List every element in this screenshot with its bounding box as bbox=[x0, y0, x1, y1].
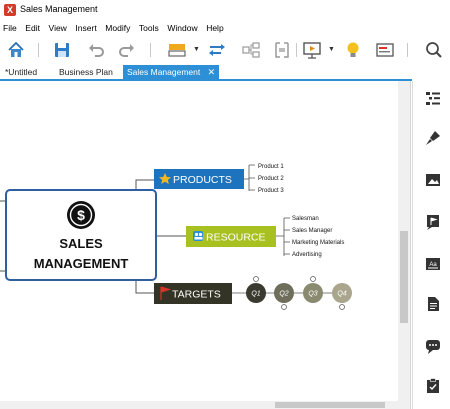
central-topic-line2: MANAGEMENT bbox=[34, 256, 129, 271]
tab-business-plan[interactable]: Business Plan bbox=[59, 65, 113, 79]
tab-untitled[interactable]: *Untitled bbox=[5, 65, 37, 79]
resource-item: Sales Manager bbox=[292, 228, 332, 234]
menu-insert[interactable]: Insert bbox=[75, 23, 96, 33]
svg-text:$: $ bbox=[77, 207, 85, 223]
slides-icon[interactable] bbox=[375, 40, 395, 60]
product-item: Product 1 bbox=[258, 164, 284, 170]
menu-help[interactable]: Help bbox=[206, 23, 223, 33]
vertical-scroll-thumb[interactable] bbox=[400, 231, 408, 323]
central-topic[interactable]: $ SALES MANAGEMENT bbox=[5, 189, 157, 281]
text-icon[interactable]: Aa bbox=[424, 255, 442, 273]
menu-window[interactable]: Window bbox=[167, 23, 197, 33]
idea-icon[interactable] bbox=[343, 40, 363, 60]
branch-products-label: PRODUCTS bbox=[173, 174, 232, 186]
format-brush-icon[interactable] bbox=[424, 129, 442, 147]
comment-icon[interactable] bbox=[424, 337, 442, 355]
resource-item: Salesman bbox=[292, 216, 319, 222]
menu-edit[interactable]: Edit bbox=[25, 23, 40, 33]
svg-text:Aa: Aa bbox=[429, 262, 437, 268]
svg-text:Q2: Q2 bbox=[279, 291, 288, 298]
task-icon[interactable] bbox=[424, 377, 442, 395]
topic-style-icon[interactable] bbox=[167, 40, 187, 60]
title-bar: X Sales Management bbox=[0, 0, 450, 20]
menu-bar: File Edit View Insert Modify Tools Windo… bbox=[0, 20, 450, 36]
save-icon[interactable] bbox=[52, 40, 72, 60]
resource-item: Advertising bbox=[292, 252, 322, 258]
undo-icon[interactable] bbox=[86, 40, 106, 60]
branch-products[interactable]: PRODUCTS bbox=[154, 169, 244, 189]
home-icon[interactable] bbox=[6, 40, 26, 60]
boundary-icon[interactable] bbox=[272, 40, 292, 60]
toolbar: ▼ ▼ bbox=[0, 36, 450, 64]
svg-text:Q4: Q4 bbox=[337, 291, 346, 298]
marker-flag-icon[interactable] bbox=[424, 213, 442, 231]
relationship-icon[interactable] bbox=[207, 40, 227, 60]
product-item: Product 2 bbox=[258, 176, 284, 182]
product-item: Product 3 bbox=[258, 188, 284, 194]
chevron-down-icon[interactable]: ▼ bbox=[328, 46, 335, 53]
right-panel: Aa bbox=[412, 81, 450, 409]
horizontal-scrollbar[interactable] bbox=[0, 401, 398, 409]
chevron-down-icon[interactable]: ▼ bbox=[193, 46, 200, 53]
menu-tools[interactable]: Tools bbox=[139, 23, 159, 33]
window-title: Sales Management bbox=[20, 4, 98, 14]
tab-label: Sales Management bbox=[127, 67, 201, 77]
resource-item: Marketing Materials bbox=[292, 240, 344, 246]
svg-text:Q3: Q3 bbox=[308, 291, 317, 298]
menu-view[interactable]: View bbox=[49, 23, 67, 33]
redo-icon[interactable] bbox=[117, 40, 137, 60]
vertical-scrollbar[interactable] bbox=[398, 81, 410, 409]
outline-icon[interactable] bbox=[424, 89, 442, 107]
branch-resource-label: RESOURCE bbox=[206, 232, 266, 244]
menu-file[interactable]: File bbox=[3, 23, 17, 33]
branch-targets-label: TARGETS bbox=[172, 289, 221, 301]
presentation-icon[interactable] bbox=[302, 40, 322, 60]
horizontal-scroll-thumb[interactable] bbox=[275, 402, 385, 408]
close-icon[interactable]: ✕ bbox=[208, 67, 216, 77]
branch-resource[interactable]: RESOURCE bbox=[186, 226, 276, 247]
mindmap-canvas[interactable]: $ SALES MANAGEMENT PRODUCTS Product 1 Pr… bbox=[0, 81, 411, 409]
subtopic-icon[interactable] bbox=[241, 40, 261, 60]
app-logo-icon: X bbox=[4, 4, 16, 16]
mindmap-diagram: $ SALES MANAGEMENT PRODUCTS Product 1 Pr… bbox=[0, 164, 352, 310]
menu-modify[interactable]: Modify bbox=[105, 23, 130, 33]
search-icon[interactable] bbox=[424, 40, 444, 60]
image-icon[interactable] bbox=[424, 171, 442, 189]
tab-sales-management[interactable]: Sales Management ✕ bbox=[123, 65, 220, 79]
central-topic-line1: SALES bbox=[59, 236, 103, 251]
svg-text:Q1: Q1 bbox=[251, 291, 260, 298]
document-tabs: *Untitled Business Plan Sales Management… bbox=[0, 64, 450, 80]
notes-icon[interactable] bbox=[424, 295, 442, 313]
branch-targets[interactable]: TARGETS bbox=[154, 283, 232, 304]
